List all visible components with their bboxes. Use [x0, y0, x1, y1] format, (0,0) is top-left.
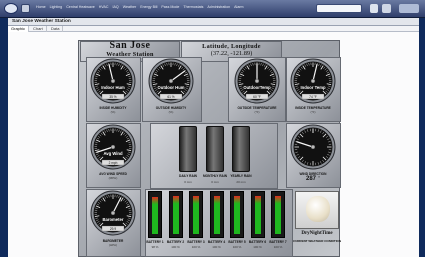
search-input[interactable] [316, 4, 362, 13]
battery-value: 100 % [232, 245, 242, 249]
window-titlebar: San Jose Weather Station [8, 18, 419, 26]
app-logo[interactable] [4, 3, 18, 14]
daily-rain-value: 0 mm [184, 180, 192, 184]
gauge-readout: 60 °F [253, 95, 261, 99]
gauge-hub [310, 144, 316, 150]
nav-item[interactable]: Weather [123, 5, 137, 9]
battery-level-fill [172, 196, 179, 234]
battery-value: 98 % [151, 245, 159, 249]
main-nav: Home Lighting Central Heatwave HVAC IAQ … [36, 5, 244, 9]
indoor-temperature-gauge: Indoor Temp 74 °F [290, 58, 336, 104]
battery-caption: BATTERY 6 [248, 240, 267, 244]
avg-wind-unit: (MPH) [108, 176, 118, 180]
gauge-hub [110, 144, 116, 150]
coords-value: (37.22, -121.89) [210, 50, 253, 57]
gauge-readout: 35 % [109, 95, 116, 99]
barometer-unit: (HPA) [109, 243, 117, 247]
gauge-readout: 2 mph [109, 161, 118, 165]
station-title-line1: San Jose [109, 40, 151, 51]
battery-gauge [189, 191, 203, 238]
outdoor-humidity-gauge: Outdoor Hum 61 % [148, 58, 194, 104]
battery-value: 100 % [191, 245, 201, 249]
battery-caption: BATTERY 3 [187, 240, 205, 244]
condition-title: DryNightTime [301, 231, 333, 236]
battery-caption: BATTERY 5 [228, 240, 246, 244]
window-controls[interactable] [399, 4, 419, 13]
nav-item[interactable]: Home [36, 5, 46, 9]
battery-caption: BATTERY 7 [269, 240, 287, 244]
daily-rain-gauge [179, 126, 197, 172]
nav-item[interactable]: Central Heatwave [66, 5, 95, 9]
gauge-label: OutdoorTemp [243, 85, 271, 90]
nav-item[interactable]: Thermostats [183, 5, 203, 9]
indoor-humidity-gauge: Indoor Hum 35 % [90, 58, 136, 104]
battery-caption: BATTERY 4 [207, 240, 226, 244]
indoor-temperature-unit: (°F) [310, 110, 316, 114]
battery-level-fill [275, 196, 281, 234]
battery-caption: BATTERY 1 [146, 240, 164, 244]
battery-gauge [148, 191, 162, 238]
nav-item[interactable]: Lighting [50, 5, 63, 9]
battery-gauge [250, 191, 265, 238]
nav-item[interactable]: Administration [207, 5, 230, 9]
nav-item[interactable]: HVAC [99, 5, 109, 9]
wind-direction-unit: ° [318, 175, 320, 180]
gauge-readout: 61 % [167, 95, 174, 99]
battery-level-fill [234, 196, 240, 234]
cloud-icon [306, 196, 330, 222]
battery-level-fill [152, 197, 158, 234]
monthly-rain-gauge [206, 126, 224, 172]
yearly-rain-gauge [232, 126, 250, 172]
window-title: San Jose Weather Station [12, 19, 71, 24]
gauge-label: Avg Wind [103, 151, 123, 156]
outdoor-temperature-unit: (°F) [254, 110, 260, 114]
wind-direction-gauge [290, 124, 336, 170]
condition-caption: CURRENT WEATHER CONDITION [292, 239, 342, 243]
battery-level-fill [193, 196, 199, 234]
battery-value: 100 % [273, 245, 283, 249]
gauge-label: Barometer [103, 217, 124, 222]
latlon-label: Latitude, Longitude [202, 43, 261, 50]
wind-direction-value: 287 [305, 176, 316, 182]
outdoor-temperature-gauge: OutdoorTemp 60 °F [234, 58, 280, 104]
yearly-rain-caption: YEARLY RAIN [230, 174, 252, 178]
battery-gauge [230, 191, 244, 238]
nav-item[interactable]: IAQ [112, 5, 118, 9]
nav-item[interactable]: Energy Bill [140, 5, 157, 9]
battery-gauge [209, 191, 224, 238]
browser-toolbar: Home Lighting Central Heatwave HVAC IAQ … [0, 0, 425, 18]
battery-caption: BATTERY 2 [166, 240, 185, 244]
gauge-hub [110, 78, 116, 84]
user-icon[interactable] [370, 4, 378, 13]
gauge-hub [254, 78, 260, 84]
weather-condition-icon [295, 191, 339, 229]
nav-item[interactable]: Pass Mode [161, 5, 179, 9]
back-icon[interactable] [21, 4, 30, 13]
battery-level-fill [254, 196, 261, 234]
nav-item[interactable]: Alarm [234, 5, 243, 9]
indoor-humidity-unit: (%) [110, 110, 116, 114]
battery-gauge [271, 191, 285, 238]
battery-value: 100 % [171, 245, 180, 249]
barometer-gauge: Barometer 29.9 [90, 190, 136, 236]
battery-level-fill [213, 196, 220, 234]
gauge-label: Outdoor Hum [158, 85, 185, 90]
battery-value: 100 % [212, 245, 221, 249]
daily-rain-caption: DAILY RAIN [179, 174, 197, 178]
gauge-hub [168, 78, 174, 84]
gauge-label: Indoor Temp [300, 85, 325, 90]
outdoor-humidity-unit: (%) [168, 110, 174, 114]
gauge-hub [110, 210, 116, 216]
gauge-hub [310, 78, 316, 84]
battery-value: 100 % [253, 245, 262, 249]
avg-wind-gauge: Avg Wind 2 mph [90, 124, 136, 170]
gauge-label: Indoor Hum [101, 85, 125, 90]
gauge-readout: 74 °F [309, 95, 317, 99]
menu-icon[interactable] [382, 4, 391, 13]
battery-gauge [168, 191, 183, 238]
yearly-rain-value: 20 mm [236, 180, 246, 184]
gauge-readout: 29.9 [110, 227, 116, 231]
